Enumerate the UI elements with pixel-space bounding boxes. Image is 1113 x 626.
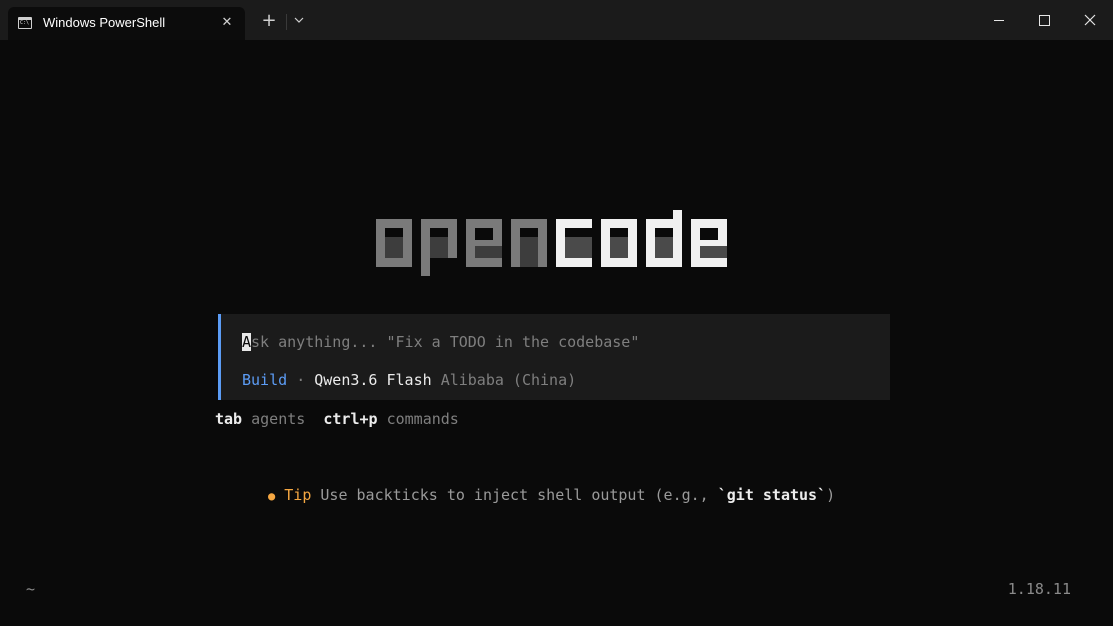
prompt-status-line: Build · Qwen3.6 Flash Alibaba (China) bbox=[242, 370, 576, 390]
minimize-button[interactable] bbox=[976, 0, 1022, 40]
model-name[interactable]: Qwen3.6 Flash bbox=[314, 371, 431, 389]
placeholder-text: sk anything... "Fix a TODO in the codeba… bbox=[251, 333, 640, 351]
tip-text: Use backticks to inject shell output (e.… bbox=[320, 486, 718, 504]
prompt-input[interactable]: Ask anything... "Fix a TODO in the codeb… bbox=[218, 314, 890, 400]
maximize-icon bbox=[1038, 14, 1050, 26]
close-window-button[interactable] bbox=[1067, 0, 1113, 40]
logo-letter-e2 bbox=[691, 219, 727, 267]
text-cursor: A bbox=[242, 333, 252, 351]
tip-code: `git status` bbox=[717, 486, 827, 504]
key-hints: tab agents ctrl+p commands bbox=[215, 409, 459, 429]
chevron-down-icon[interactable] bbox=[288, 10, 310, 30]
maximize-button[interactable] bbox=[1021, 0, 1067, 40]
hint-label-commands: commands bbox=[386, 410, 459, 428]
tip-text-end: ) bbox=[826, 486, 836, 504]
tab-close-icon[interactable]: ✕ bbox=[217, 12, 237, 32]
separator-dot: · bbox=[296, 371, 306, 389]
minimize-icon bbox=[994, 19, 1004, 21]
prompt-placeholder[interactable]: Ask anything... "Fix a TODO in the codeb… bbox=[242, 332, 639, 352]
tab-title: Windows PowerShell bbox=[43, 15, 166, 30]
version-label: 1.18.11 bbox=[1007, 580, 1071, 598]
hint-key-tab: tab bbox=[215, 410, 243, 428]
provider-name: Alibaba (China) bbox=[440, 371, 577, 389]
tab-windows-powershell[interactable]: Windows PowerShell ✕ bbox=[8, 7, 245, 40]
terminal-icon bbox=[18, 17, 32, 29]
close-icon bbox=[1084, 14, 1096, 26]
divider bbox=[286, 14, 287, 30]
opencode-logo bbox=[376, 210, 727, 276]
agent-label[interactable]: Build bbox=[242, 371, 287, 389]
current-directory: ~ bbox=[26, 580, 36, 598]
hint-label-agents: agents bbox=[251, 410, 306, 428]
title-bar: Windows PowerShell ✕ + bbox=[0, 0, 1113, 40]
logo-letter-e bbox=[466, 219, 502, 267]
tip-label: Tip bbox=[284, 486, 312, 504]
tip-bullet-icon: ● bbox=[268, 489, 276, 503]
tip-line: ● Tip Use backticks to inject shell outp… bbox=[268, 485, 835, 506]
new-tab-button[interactable]: + bbox=[258, 10, 280, 31]
hint-key-ctrl-p: ctrl+p bbox=[323, 410, 378, 428]
